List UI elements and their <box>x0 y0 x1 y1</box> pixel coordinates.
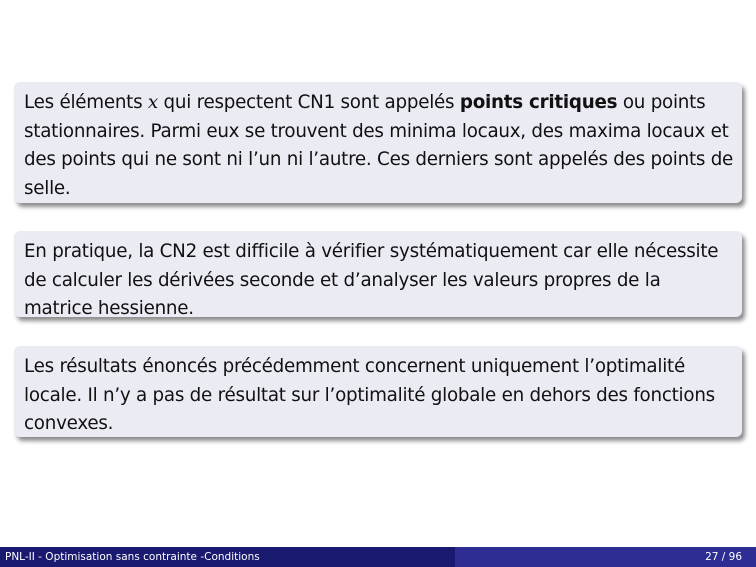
block2-text: En pratique, la CN2 est difficile à véri… <box>24 241 719 319</box>
footer-bar: PNL-II - Optimisation sans contrainte -C… <box>0 547 756 567</box>
text-block-cn2: En pratique, la CN2 est difficile à véri… <box>14 231 742 319</box>
page-number: 27 / 96 <box>455 547 756 567</box>
footer-title: PNL-II - Optimisation sans contrainte -C… <box>0 547 455 567</box>
bold-term-points-critiques: points critiques <box>459 92 618 113</box>
slide: Les éléments x qui respectent CN1 sont a… <box>0 0 756 567</box>
text-block-local-optimality: Les résultats énoncés précédemment conce… <box>14 346 742 437</box>
variable-x: x <box>147 92 158 113</box>
block1-text-middle: qui respectent CN1 sont appelés <box>157 92 460 113</box>
text-block-critical-points: Les éléments x qui respectent CN1 sont a… <box>14 82 742 203</box>
block1-text-start: Les éléments <box>24 92 148 113</box>
block3-text: Les résultats énoncés précédemment conce… <box>24 356 715 434</box>
